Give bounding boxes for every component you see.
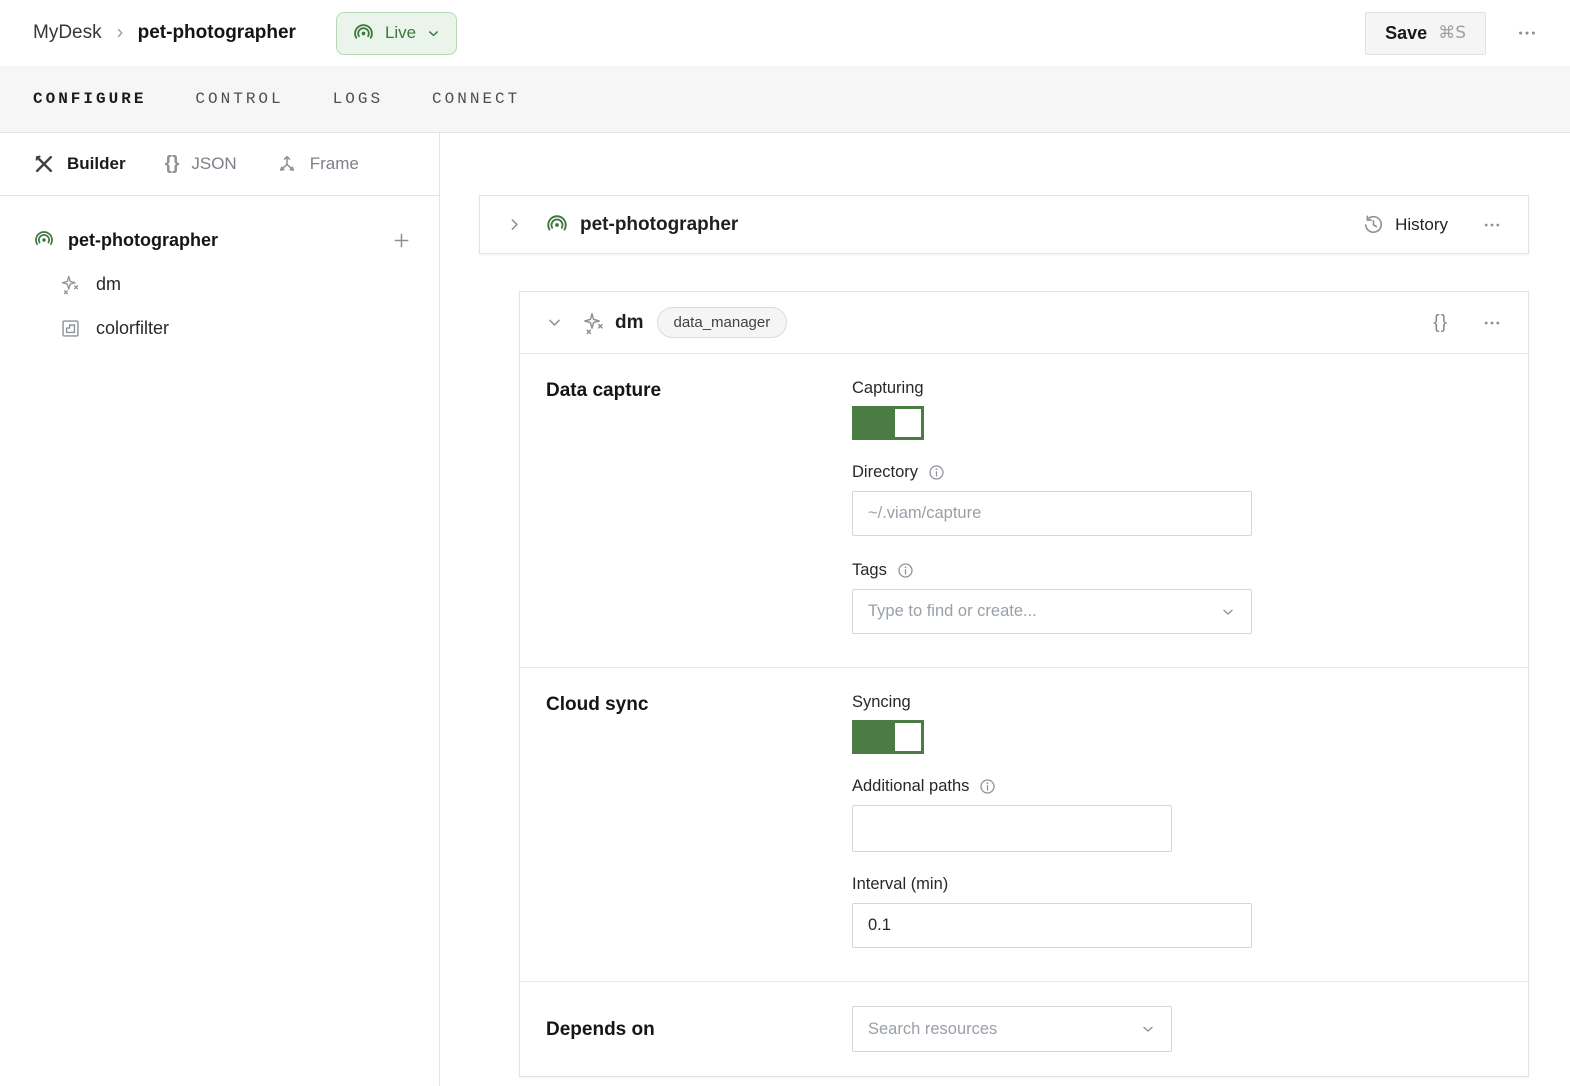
mode-tab-builder[interactable]: Builder	[33, 153, 126, 175]
additional-paths-label: Additional paths	[852, 777, 969, 796]
expand-chevron-right-icon[interactable]	[506, 216, 523, 233]
tab-control[interactable]: CONTROL	[195, 90, 283, 108]
sparkles-icon	[582, 311, 606, 335]
tab-connect[interactable]: CONNECT	[432, 90, 520, 108]
breadcrumb-chevron-icon	[113, 26, 127, 40]
save-label: Save	[1385, 23, 1427, 44]
depends-on-section: Depends on Search resources	[520, 982, 1528, 1076]
mode-tab-label: JSON	[191, 154, 236, 174]
collapse-chevron-down-icon[interactable]	[546, 314, 563, 331]
directory-input[interactable]	[852, 491, 1252, 536]
depends-on-combobox[interactable]: Search resources	[852, 1006, 1172, 1052]
section-title: Data capture	[546, 379, 852, 634]
dm-card-name: dm	[615, 312, 644, 334]
history-label: History	[1395, 215, 1448, 235]
service-type-badge: data_manager	[657, 307, 788, 338]
live-status-badge[interactable]: Live	[336, 12, 457, 55]
config-main-panel: pet-photographer History	[440, 133, 1570, 1086]
tree-item-label: dm	[96, 274, 121, 295]
tags-combobox[interactable]: Type to find or create...	[852, 589, 1252, 634]
resource-tree: pet-photographer dm colorfilter	[0, 196, 439, 350]
mode-tab-json[interactable]: {} JSON	[165, 153, 237, 175]
dm-card-more-button[interactable]	[1482, 313, 1502, 333]
part-card-more-button[interactable]	[1482, 215, 1502, 235]
cloud-sync-section: Cloud sync Syncing Additional paths Inte…	[520, 668, 1528, 982]
radar-icon	[33, 229, 55, 251]
more-menu-button[interactable]	[1510, 16, 1544, 50]
syncing-toggle[interactable]	[852, 720, 924, 754]
capturing-toggle[interactable]	[852, 406, 924, 440]
additional-paths-input[interactable]	[852, 805, 1172, 852]
top-bar: MyDesk pet-photographer Live Save ⌘S	[0, 0, 1570, 66]
radar-icon	[352, 22, 375, 45]
syncing-label: Syncing	[852, 693, 911, 712]
history-button[interactable]: History	[1362, 213, 1448, 236]
interval-input[interactable]	[852, 903, 1252, 948]
transform-icon	[60, 318, 81, 339]
breadcrumb-location[interactable]: MyDesk	[33, 22, 102, 44]
sparkles-icon	[60, 274, 81, 295]
machine-part-card: pet-photographer History	[479, 195, 1529, 254]
depends-on-placeholder: Search resources	[868, 1020, 1140, 1039]
dm-service-card: dm data_manager {} Data capture Capturin…	[519, 291, 1529, 1077]
info-icon[interactable]	[927, 463, 946, 482]
history-clock-icon	[1362, 213, 1385, 236]
add-component-button[interactable]	[391, 230, 412, 251]
tree-item-dm[interactable]: dm	[0, 262, 439, 306]
braces-icon: {}	[165, 153, 180, 175]
view-json-braces-icon[interactable]: {}	[1433, 312, 1448, 334]
interval-label: Interval (min)	[852, 875, 948, 894]
tree-machine-label: pet-photographer	[68, 230, 218, 251]
tags-label: Tags	[852, 561, 887, 580]
save-shortcut: ⌘S	[1438, 23, 1466, 43]
breadcrumb: MyDesk pet-photographer	[33, 22, 296, 44]
tree-item-machine[interactable]: pet-photographer	[0, 218, 439, 262]
capturing-label: Capturing	[852, 379, 924, 398]
config-sidebar: Builder {} JSON Frame	[0, 133, 440, 1086]
tree-item-label: colorfilter	[96, 318, 169, 339]
part-card-title: pet-photographer	[580, 214, 738, 236]
chevron-down-icon	[1140, 1021, 1156, 1037]
data-capture-section: Data capture Capturing Directory Tags	[520, 354, 1528, 668]
mode-tab-label: Builder	[67, 154, 126, 174]
section-title: Depends on	[546, 1018, 852, 1041]
tools-icon	[33, 153, 55, 175]
info-icon[interactable]	[978, 777, 997, 796]
chevron-down-icon	[426, 26, 441, 41]
nav-tab-bar: CONFIGURE CONTROL LOGS CONNECT	[0, 66, 1570, 133]
mode-tab-frame[interactable]: Frame	[276, 153, 359, 175]
chevron-down-icon	[1220, 604, 1236, 620]
directory-label: Directory	[852, 463, 918, 482]
tags-placeholder: Type to find or create...	[868, 602, 1220, 621]
mode-tab-label: Frame	[310, 154, 359, 174]
section-title: Cloud sync	[546, 693, 852, 948]
tab-configure[interactable]: CONFIGURE	[33, 90, 146, 108]
tab-logs[interactable]: LOGS	[333, 90, 383, 108]
frame-axes-icon	[276, 153, 298, 175]
radar-icon	[545, 213, 569, 237]
dm-card-header: dm data_manager {}	[520, 292, 1528, 354]
live-label: Live	[385, 23, 416, 43]
config-mode-tabs: Builder {} JSON Frame	[0, 133, 439, 196]
breadcrumb-machine-name: pet-photographer	[138, 22, 296, 44]
tree-item-colorfilter[interactable]: colorfilter	[0, 306, 439, 350]
save-button[interactable]: Save ⌘S	[1365, 12, 1486, 55]
info-icon[interactable]	[896, 561, 915, 580]
